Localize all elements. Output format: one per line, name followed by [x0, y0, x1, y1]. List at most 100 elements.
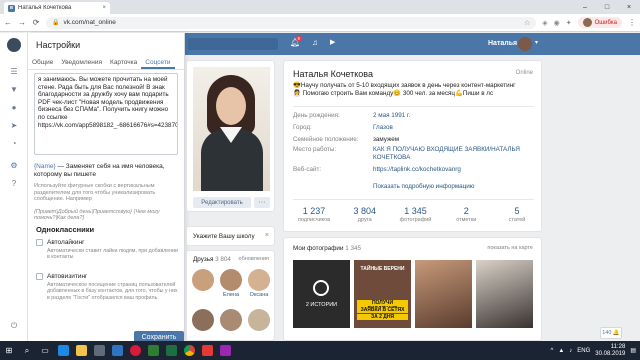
friend-item[interactable]: Елена [217, 269, 245, 298]
search-icon[interactable]: ⌕ [18, 341, 36, 360]
info-key: Место работы: [293, 146, 337, 153]
message-textarea[interactable]: я занимаюсь. Вы можете прочитать на моей… [34, 73, 178, 155]
filter-icon[interactable]: ▼ [9, 85, 19, 94]
task-view-icon[interactable]: ▭ [36, 341, 54, 360]
network-icon[interactable]: ▲ [558, 348, 564, 354]
photos-title: Мои фотографии [293, 245, 344, 252]
star-icon[interactable]: ☆ [524, 19, 530, 27]
contacts-icon[interactable]: ☰ [9, 67, 19, 76]
counter-friends[interactable]: 3 804 друга [344, 206, 386, 223]
tab-card[interactable]: Карточка [106, 58, 141, 69]
info-value[interactable]: Глазов [373, 124, 538, 132]
lock-icon: 🔒 [52, 20, 60, 26]
friend-item[interactable] [217, 309, 245, 332]
gear-icon[interactable]: ⚙ [9, 161, 19, 170]
profile-name: Наталья Кочеткова [293, 69, 373, 79]
close-window-button[interactable]: × [618, 0, 640, 14]
clock-icon[interactable]: ◔ [9, 139, 19, 148]
profile-photo-card: Редактировать ··· [186, 60, 275, 212]
show-more-info-link[interactable]: Показать подробную информацию [373, 183, 475, 190]
tab-notifications[interactable]: Уведомления [57, 58, 106, 69]
friend-item[interactable] [189, 269, 217, 292]
counter-followers[interactable]: 1 237 подписчиков [293, 206, 335, 223]
notification-center-icon[interactable]: ▤ [630, 347, 636, 354]
menu-icon[interactable]: ⋮ [628, 18, 636, 27]
power-icon[interactable]: ⏻ [9, 321, 19, 331]
edge-icon[interactable] [54, 341, 72, 360]
tray-up-icon[interactable]: ^ [551, 348, 554, 354]
stories-thumb[interactable]: 2 ИСТОРИИ [293, 260, 350, 328]
info-row-website: Веб-сайт: https://taplink.cc/kochetkovan… [293, 166, 538, 174]
ok-section-title: Одноклассники [36, 225, 95, 234]
vk-search-input[interactable] [188, 38, 278, 50]
tab-general[interactable]: Общие [28, 58, 57, 69]
excel-icon[interactable] [162, 341, 180, 360]
extension-icon-3[interactable]: ✦ [566, 19, 572, 27]
photo-face [216, 87, 246, 125]
photo-thumb[interactable] [476, 260, 533, 328]
close-icon[interactable]: × [265, 232, 269, 239]
tab-social[interactable]: Соцсети [141, 58, 175, 69]
reload-button[interactable]: ⟳ [32, 18, 40, 27]
chevron-down-icon[interactable]: ▾ [535, 39, 538, 46]
info-value[interactable]: 2 мая 1991 г. [373, 112, 538, 120]
profile-photo[interactable] [193, 67, 270, 191]
opera-icon[interactable] [126, 341, 144, 360]
friend-item[interactable] [189, 309, 217, 332]
app-icon[interactable] [198, 341, 216, 360]
profile-info-card: Наталья Кочеткова Online 😎Научу получать… [283, 60, 542, 232]
friends-updates-link[interactable]: обновления [239, 256, 269, 262]
friends-title: Друзья [193, 256, 214, 263]
friends-header[interactable]: Друзья 3 804 [193, 256, 231, 263]
notification-badge: 9 [296, 36, 302, 41]
url-input[interactable]: 🔒 vk.com/nat_online ☆ [46, 16, 537, 29]
photo-thumb-promo[interactable]: ТАЙНЫЕ ВЕРЕНИ ПОЛУЧИ ВХОДЯЩИЕ ЗАЯВКИ В С… [354, 260, 411, 328]
edit-profile-button[interactable]: Редактировать [193, 197, 251, 208]
back-button[interactable]: ← [4, 18, 12, 27]
counter-tags[interactable]: 2 отметки [445, 206, 487, 223]
help-icon[interactable]: ? [9, 179, 19, 188]
school-prompt-card: Укажите Вашу школу × [186, 226, 275, 246]
more-button[interactable]: ··· [254, 197, 270, 208]
start-icon[interactable]: ⊞ [0, 341, 18, 360]
extension-avatar[interactable] [7, 38, 21, 52]
camtasia-icon[interactable] [144, 341, 162, 360]
counter-photos[interactable]: 1 345 фотографий [395, 206, 437, 223]
tab-close-icon[interactable]: × [102, 5, 106, 11]
volume-icon[interactable]: ♪ [569, 348, 572, 354]
counter-number: 3 804 [353, 206, 377, 216]
photos-header[interactable]: Мои фотографии 1 345 [293, 245, 361, 252]
extension-icon-2[interactable]: ◉ [554, 19, 560, 27]
extension-icon[interactable]: ◈ [542, 19, 547, 27]
friend-item[interactable] [245, 309, 273, 332]
chrome-icon[interactable] [180, 341, 198, 360]
explorer-icon[interactable] [72, 341, 90, 360]
show-on-map-link[interactable]: показать на карте [487, 245, 533, 251]
profile-error-pill[interactable]: Ошибка [577, 17, 622, 28]
keyboard-lang[interactable]: ENG [577, 348, 590, 354]
forward-button[interactable]: → [18, 18, 26, 27]
messages-mini-badge[interactable]: 140 🔔 [600, 327, 622, 339]
user-icon[interactable]: ● [9, 103, 19, 112]
vk-user-avatar[interactable] [518, 37, 532, 51]
school-prompt-title[interactable]: Укажите Вашу школу [193, 233, 255, 240]
maximize-button[interactable]: □ [596, 0, 618, 14]
browser-tab[interactable]: в Наталья Кочеткова × [4, 2, 110, 14]
clock[interactable]: 11:28 30.08.2019 [595, 344, 625, 358]
app-icon-2[interactable] [216, 341, 234, 360]
store-icon[interactable] [90, 341, 108, 360]
music-icon[interactable]: ♫ [312, 38, 318, 47]
counter-articles[interactable]: 5 статей [496, 206, 538, 223]
info-value[interactable]: КАК Я ПОЛУЧАЮ ВХОДЯЩИЕ ЗАЯВКИ/НАТАЛЬЯ КО… [373, 146, 538, 162]
autovisit-checkbox[interactable] [36, 273, 43, 280]
vk-user-name[interactable]: Наталья [488, 40, 517, 47]
autolike-checkbox[interactable] [36, 239, 43, 246]
play-icon[interactable]: ▶ [330, 38, 335, 46]
info-value[interactable]: https://taplink.cc/kochetkovanrg [373, 166, 538, 174]
friend-item[interactable]: Оксана [245, 269, 273, 298]
send-icon[interactable]: ➤ [9, 121, 19, 130]
mail-icon[interactable] [108, 341, 126, 360]
minimize-button[interactable]: – [574, 0, 596, 14]
counter-number: 2 [463, 206, 469, 216]
photo-thumb[interactable] [415, 260, 472, 328]
